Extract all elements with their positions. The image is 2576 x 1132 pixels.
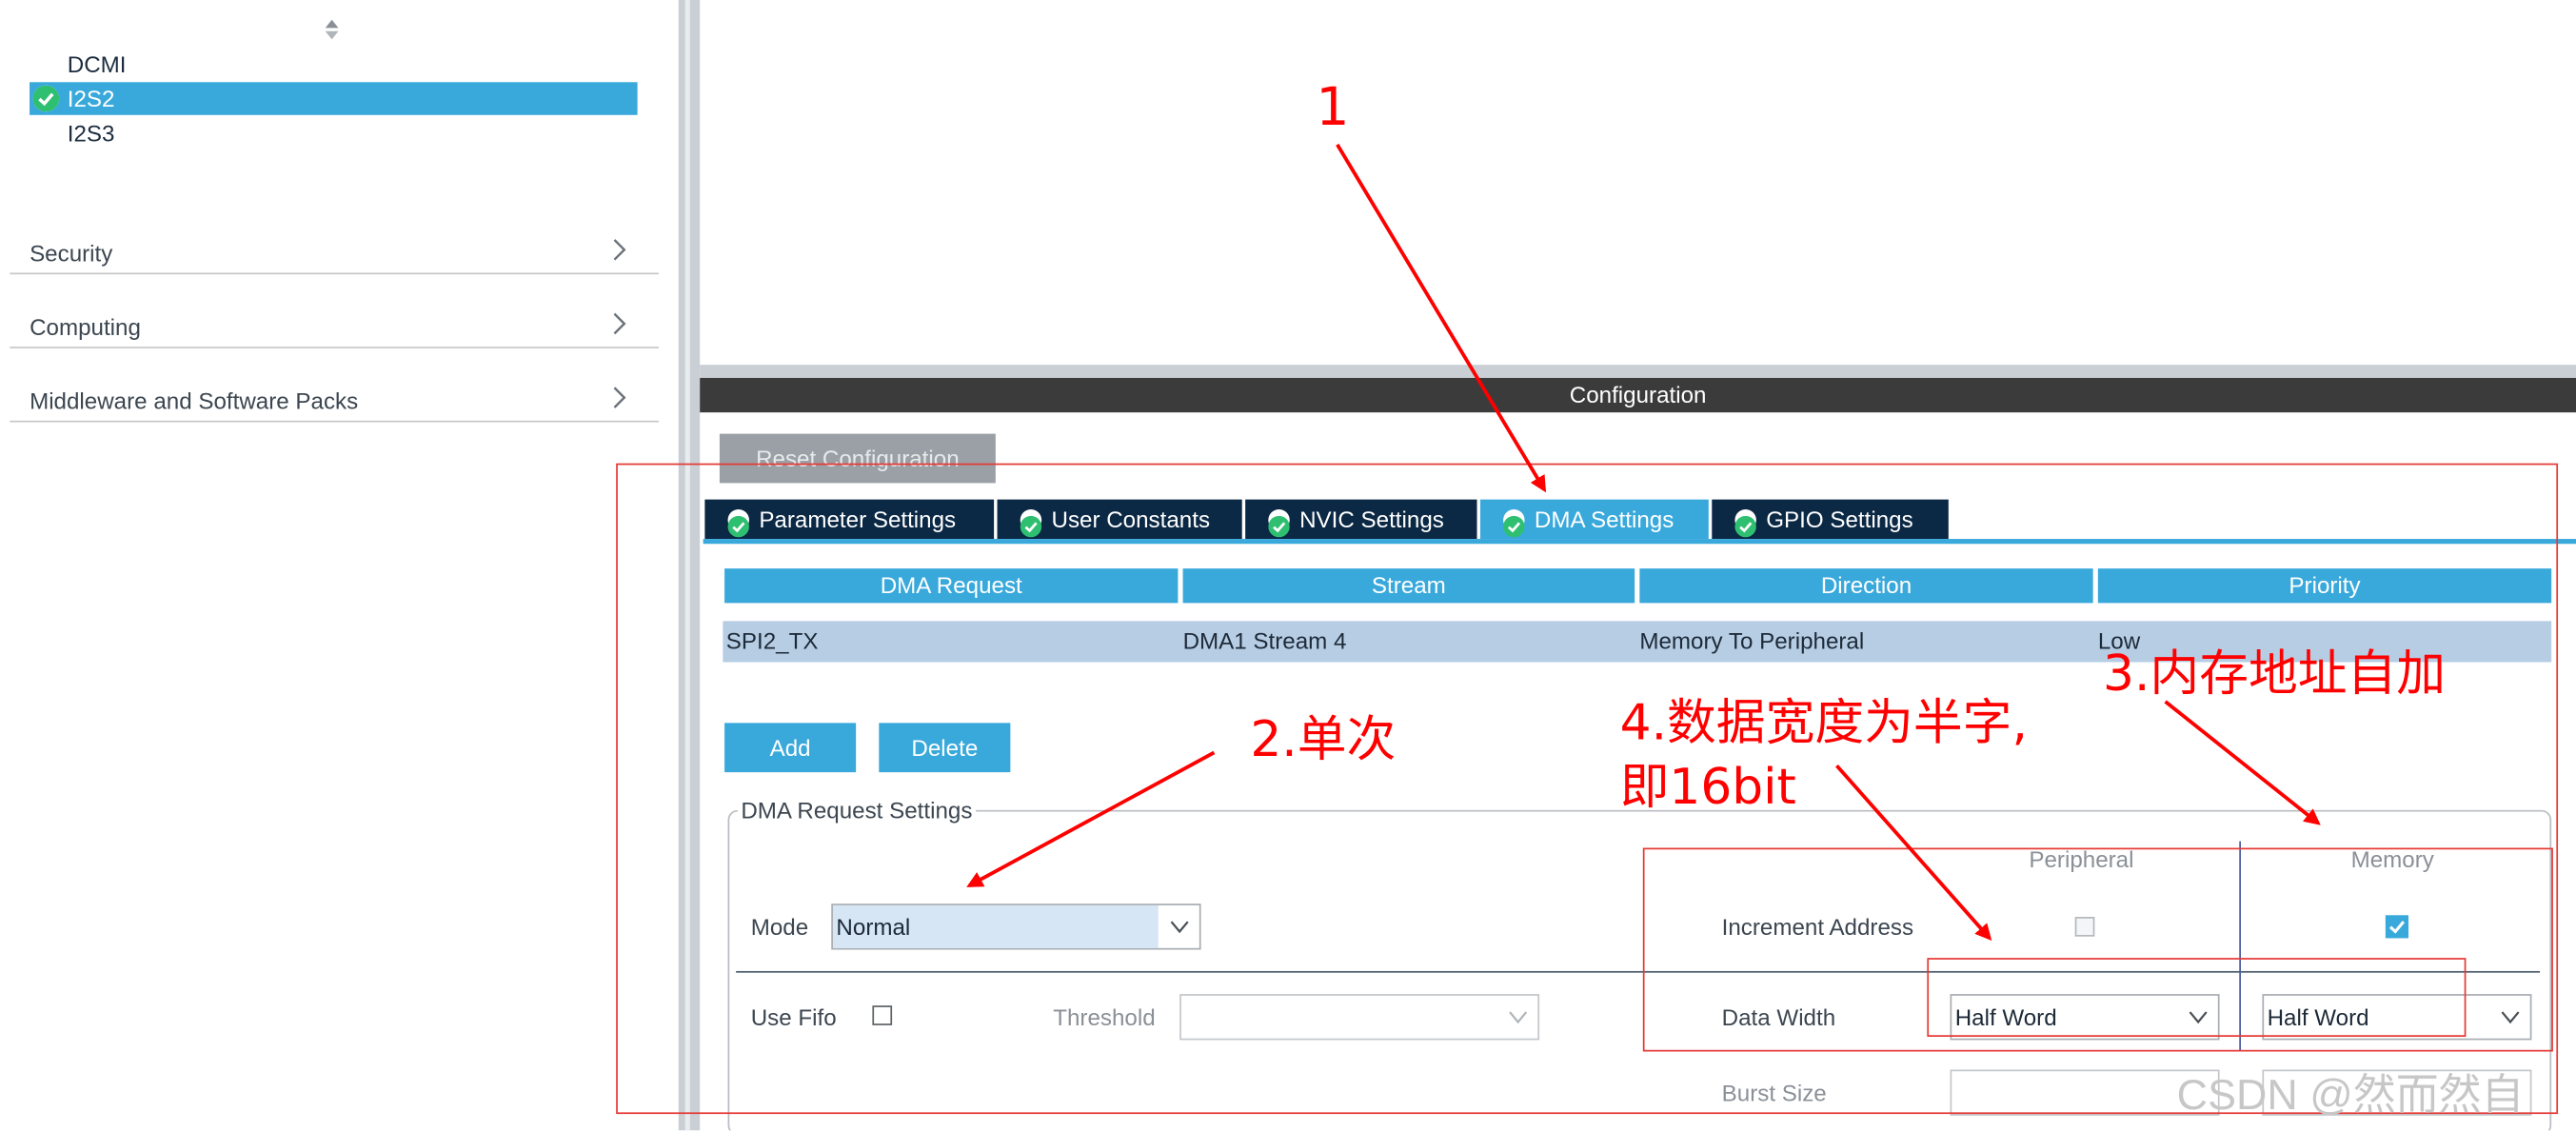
annotation-arrow-3	[2164, 700, 2321, 825]
annotation-arrow-2	[966, 750, 1216, 887]
annotation-arrow-4	[1835, 764, 1992, 942]
watermark: CSDN @然而然自	[2176, 1069, 2525, 1120]
annotation-arrow-1	[1336, 143, 1547, 493]
annotation-arrows	[966, 143, 2321, 942]
